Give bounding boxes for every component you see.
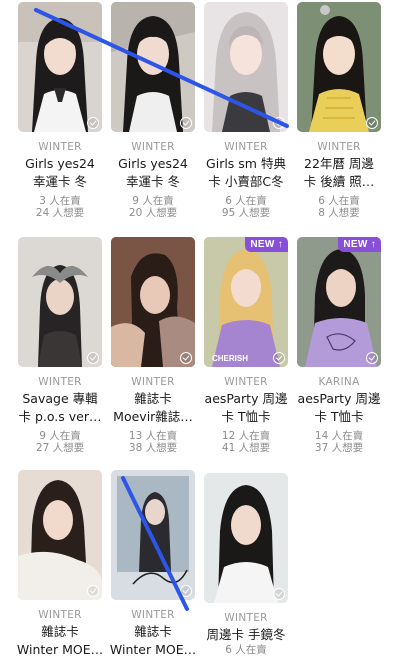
wanted-count: 41 人想要 <box>221 442 271 454</box>
new-badge: NEW ↑ <box>245 237 288 252</box>
card-title-line1[interactable]: Girls sm 特典 <box>200 155 292 173</box>
card-title-line1[interactable]: Girls yes24 <box>107 155 199 173</box>
selling-count: 9 人在賣 <box>132 195 174 207</box>
selected-check-icon[interactable] <box>273 588 285 600</box>
selling-count: 6 人在賣 <box>318 195 360 207</box>
selected-check-icon[interactable] <box>366 117 378 129</box>
photocard-image[interactable] <box>204 473 288 603</box>
photocard-image[interactable] <box>111 2 195 132</box>
selected-check-icon[interactable] <box>87 585 99 597</box>
photocard-image[interactable]: CHERISH NEW ↑ <box>204 237 288 367</box>
member-name: KARINA <box>318 376 360 388</box>
card-title-line2[interactable]: 卡 T恤卡 <box>293 408 385 426</box>
card-title-line2[interactable]: Winter MOE… <box>14 641 106 659</box>
selling-count: 9 人在賣 <box>39 430 81 442</box>
selling-count: 12 人在賣 <box>221 430 271 442</box>
selling-count: 6 人在賣 <box>225 644 267 656</box>
card-title-line1[interactable]: 周邊卡 手鏡冬 <box>200 626 292 644</box>
member-name: WINTER <box>224 612 268 624</box>
wanted-count: 20 人想要 <box>128 207 178 219</box>
card-title-line1[interactable]: 雜誌卡 <box>14 623 106 641</box>
wanted-count: 8 人想要 <box>318 207 360 219</box>
member-name: WINTER <box>131 141 175 153</box>
card-title-line1[interactable]: 22年曆 周邊 <box>293 155 385 173</box>
card-title-line1[interactable]: 雜誌卡 <box>107 623 199 641</box>
wanted-count: 37 人想要 <box>314 442 364 454</box>
photocard-image[interactable] <box>18 237 102 367</box>
photocard-image[interactable] <box>111 237 195 367</box>
selected-check-icon[interactable] <box>180 117 192 129</box>
card-title-line2[interactable]: Moevir雜誌… <box>107 408 199 426</box>
photocard-image[interactable]: NEW ↑ <box>297 237 381 367</box>
wanted-count: 27 人想要 <box>35 442 85 454</box>
card-title-line1[interactable]: Girls yes24 <box>14 155 106 173</box>
card-title-line2[interactable]: 幸運卡 冬 <box>107 173 199 191</box>
wanted-count: 38 人想要 <box>128 442 178 454</box>
card-title-line1[interactable]: 雜誌卡 <box>107 390 199 408</box>
card-title-line2[interactable]: Winter MOE… <box>107 641 199 659</box>
member-name: WINTER <box>131 609 175 621</box>
wanted-count: 24 人想要 <box>35 207 85 219</box>
new-badge: NEW ↑ <box>338 237 381 252</box>
card-title-line2[interactable]: 幸運卡 冬 <box>14 173 106 191</box>
card-title-line2[interactable]: 卡 T恤卡 <box>200 408 292 426</box>
selected-check-icon[interactable] <box>180 585 192 597</box>
photocard-image[interactable] <box>204 2 288 132</box>
card-title-line2[interactable]: 卡 後續 照… <box>293 173 385 191</box>
selected-check-icon[interactable] <box>87 352 99 364</box>
selling-count: 6 人在賣 <box>225 195 267 207</box>
member-name: WINTER <box>317 141 361 153</box>
card-title-line1[interactable]: aesParty 周邊 <box>293 390 385 408</box>
card-title-line1[interactable]: Savage 專輯 <box>14 390 106 408</box>
selected-check-icon[interactable] <box>180 352 192 364</box>
selected-check-icon[interactable] <box>273 352 285 364</box>
card-title-line1[interactable]: aesParty 周邊 <box>200 390 292 408</box>
selling-count: 3 人在賣 <box>39 195 81 207</box>
card-title-line2[interactable]: 卡 小賣部C冬 <box>200 173 292 191</box>
selected-check-icon[interactable] <box>87 117 99 129</box>
member-name: WINTER <box>38 609 82 621</box>
wanted-count: 95 人想要 <box>221 207 271 219</box>
photocard-image[interactable] <box>111 470 195 600</box>
selling-count: 13 人在賣 <box>128 430 178 442</box>
card-title-line2[interactable]: 卡 p.o.s ver… <box>14 408 106 426</box>
shirt-print-text: CHERISH <box>212 354 248 363</box>
photocard-image[interactable] <box>18 470 102 600</box>
photocard-image[interactable] <box>297 2 381 132</box>
member-name: WINTER <box>131 376 175 388</box>
selling-count: 14 人在賣 <box>314 430 364 442</box>
member-name: WINTER <box>38 141 82 153</box>
photocard-image[interactable] <box>18 2 102 132</box>
selected-check-icon[interactable] <box>273 117 285 129</box>
member-name: WINTER <box>224 141 268 153</box>
member-name: WINTER <box>224 376 268 388</box>
member-name: WINTER <box>38 376 82 388</box>
selected-check-icon[interactable] <box>366 352 378 364</box>
